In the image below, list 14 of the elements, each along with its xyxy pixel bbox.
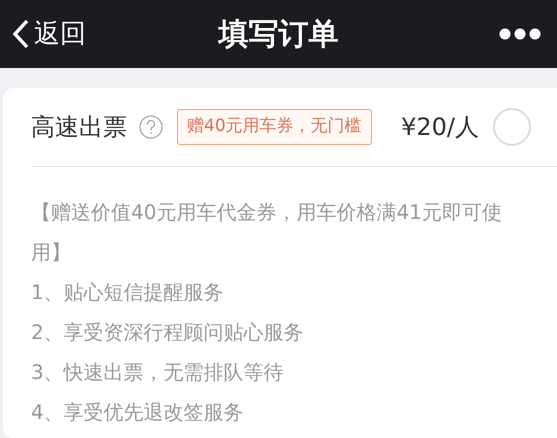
service-item: 1、贴心短信提醒服务 [31,279,225,306]
option-price: ¥20/人 [401,112,479,143]
service-item: 4、享受优先退改签服务 [31,399,245,426]
select-radio[interactable] [493,108,531,146]
back-icon [12,19,30,49]
help-icon[interactable] [139,115,163,139]
back-button[interactable]: 返回 [12,14,86,54]
more-icon[interactable] [499,28,541,40]
page-title: 填写订单 [218,16,338,54]
option-label: 高速出票 [31,112,127,143]
service-item: 2、享受资深行程顾问贴心服务 [31,319,305,346]
service-item: 3、快速出票，无需排队等待 [31,359,285,386]
coupon-tag: 赠40元用车券，无门槛 [177,109,372,145]
coupon-note: 【赠送价值40元用车代金券，用车价格满41元即可使用】 [31,199,503,266]
